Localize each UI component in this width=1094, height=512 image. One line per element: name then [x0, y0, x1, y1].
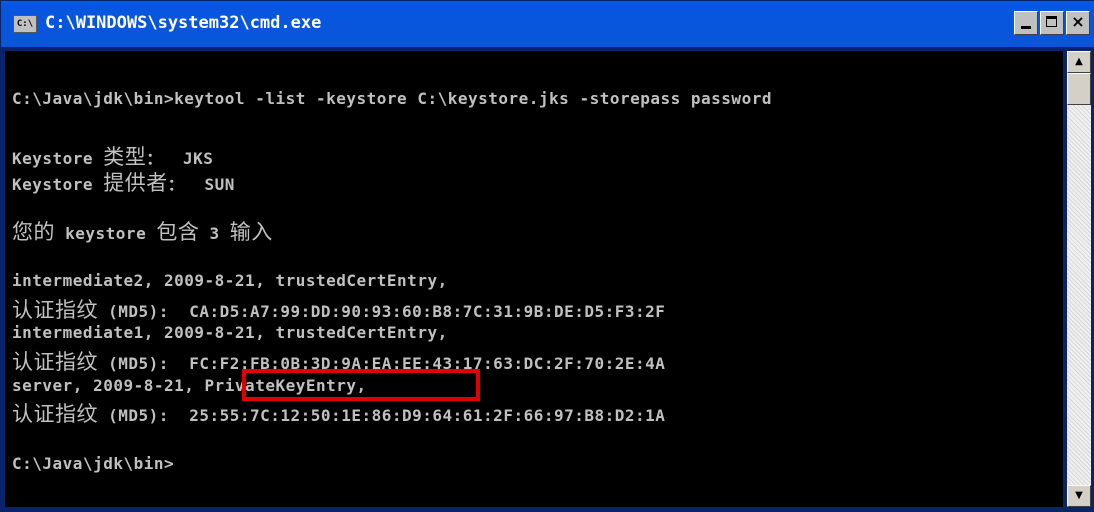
- close-button[interactable]: ×: [1066, 11, 1090, 35]
- console-line-entry-count: 您的 keystore 包含 3 输入: [12, 220, 273, 244]
- maximize-icon: [1046, 16, 1057, 27]
- console-line-fingerprint: 认证指纹 (MD5): 25:55:7C:12:50:1E:86:D9:64:6…: [12, 402, 666, 426]
- minimize-icon: [1021, 26, 1031, 29]
- console-line-entry: intermediate1, 2009-8-21, trustedCertEnt…: [12, 323, 448, 342]
- scroll-up-icon: ▲: [1075, 56, 1083, 67]
- vertical-scrollbar[interactable]: ▲ ▼: [1067, 51, 1091, 507]
- maximize-button[interactable]: [1040, 11, 1064, 35]
- console-line-command: C:\Java\jdk\bin>keytool -list -keystore …: [12, 89, 772, 108]
- console-line-keystore-provider: Keystore 提供者： SUN: [12, 171, 235, 195]
- console-line-entry: intermediate2, 2009-8-21, trustedCertEnt…: [12, 271, 448, 290]
- scroll-down-button[interactable]: ▼: [1067, 485, 1091, 507]
- scroll-down-icon: ▼: [1075, 490, 1083, 501]
- minimize-button[interactable]: [1014, 11, 1038, 35]
- cmd-app-icon[interactable]: C:\: [13, 15, 37, 33]
- cmd-window: C:\ C:\WINDOWS\system32\cmd.exe × C:\Jav…: [0, 0, 1094, 512]
- window-title: C:\WINDOWS\system32\cmd.exe: [45, 13, 322, 33]
- console-line-fingerprint: 认证指纹 (MD5): CA:D5:A7:99:DD:90:93:60:B8:7…: [12, 298, 666, 322]
- scroll-up-button[interactable]: ▲: [1067, 51, 1091, 73]
- console-output[interactable]: C:\Java\jdk\bin>keytool -list -keystore …: [5, 51, 1063, 507]
- close-icon: ×: [1071, 12, 1085, 31]
- highlight-box: [242, 369, 480, 401]
- scrollbar-thumb[interactable]: [1067, 73, 1091, 105]
- title-bar[interactable]: C:\ C:\WINDOWS\system32\cmd.exe ×: [1, 1, 1094, 47]
- console-line-prompt: C:\Java\jdk\bin>: [12, 454, 175, 473]
